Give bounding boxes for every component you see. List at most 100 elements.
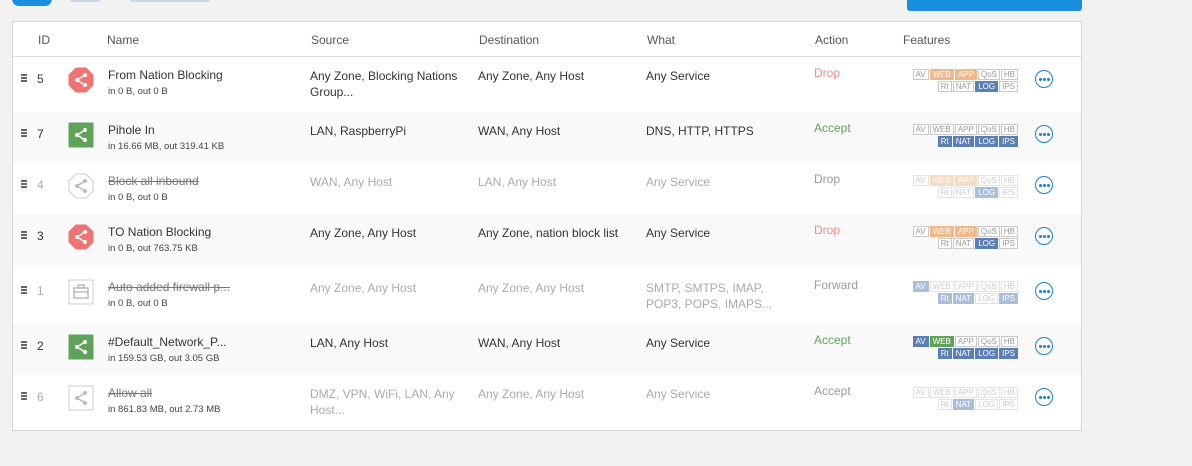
feature-tag-app: APP bbox=[954, 281, 977, 292]
feature-tag-qos: QoS bbox=[977, 387, 1000, 398]
feature-tag-ips: IPS bbox=[999, 238, 1018, 249]
rule-row[interactable]: 1 Auto added firewall p... in 0 B, out 0 B… bbox=[13, 269, 1081, 320]
feature-tag-hb: HB bbox=[1000, 175, 1018, 186]
feature-tag-av: AV bbox=[912, 124, 929, 135]
feature-tag-nat: NAT bbox=[952, 293, 975, 304]
rule-traffic: in 861.83 MB, out 2.73 MB bbox=[108, 404, 221, 415]
feature-tag-ips: IPS bbox=[999, 399, 1018, 410]
feature-tag-app: APP bbox=[954, 175, 977, 186]
rule-source: LAN, RaspberryPi bbox=[310, 124, 407, 138]
drag-handle-icon[interactable] bbox=[21, 180, 27, 189]
rule-source: WAN, Any Host bbox=[310, 175, 393, 189]
feature-tag-web: WEB bbox=[929, 124, 954, 135]
rule-name[interactable]: Auto added firewall p... bbox=[108, 280, 230, 294]
rule-destination: Any Zone, Any Host bbox=[478, 387, 585, 401]
header-action[interactable]: Action bbox=[815, 33, 848, 47]
feature-tag-ips: IPS bbox=[999, 187, 1018, 198]
feature-tag-rt: Rt bbox=[937, 293, 952, 304]
rule-row[interactable]: 2 #Default_Network_P... in 159.53 GB, out … bbox=[13, 324, 1081, 375]
feature-tag-ips: IPS bbox=[999, 81, 1018, 92]
rule-id: 5 bbox=[37, 72, 44, 86]
feature-tag-av: AV bbox=[912, 226, 929, 237]
more-options-icon[interactable] bbox=[1035, 282, 1053, 300]
feature-tag-app: APP bbox=[954, 387, 977, 398]
stop-icon bbox=[68, 67, 94, 93]
feature-tag-web: WEB bbox=[929, 226, 954, 237]
rule-destination: Any Zone, Any Host bbox=[478, 69, 585, 83]
rule-name[interactable]: Pihole In bbox=[108, 123, 155, 137]
more-options-icon[interactable] bbox=[1035, 337, 1053, 355]
feature-tag-log: LOG bbox=[975, 136, 999, 147]
rule-traffic: in 16.66 MB, out 319.41 KB bbox=[108, 141, 225, 152]
rule-source: DMZ, VPN, WiFi, LAN, Any Host... bbox=[310, 387, 455, 417]
rule-name[interactable]: Allow all bbox=[108, 386, 152, 400]
feature-tag-app: APP bbox=[954, 226, 977, 237]
rule-service: DNS, HTTP, HTTPS bbox=[646, 124, 754, 138]
drag-handle-icon[interactable] bbox=[21, 231, 27, 240]
add-rule-button[interactable] bbox=[907, 0, 1082, 11]
rule-row[interactable]: 4 Block all inbound in 0 B, out 0 B WAN, An… bbox=[13, 163, 1081, 214]
feature-tag-rt: Rt bbox=[937, 81, 952, 92]
rule-row[interactable]: 7 Pihole In in 16.66 MB, out 319.41 KB LAN,… bbox=[13, 112, 1081, 163]
rule-id: 4 bbox=[37, 178, 44, 192]
rule-id: 6 bbox=[37, 390, 44, 404]
rule-id: 2 bbox=[37, 339, 44, 353]
feature-tag-app: APP bbox=[954, 336, 977, 347]
rule-service: Any Service bbox=[646, 69, 711, 83]
header-name[interactable]: Name bbox=[107, 33, 139, 47]
rule-features: AV WEB APP QoS HB Rt NAT LOG IPS bbox=[902, 69, 1022, 93]
header-what[interactable]: What bbox=[647, 33, 675, 47]
rule-destination: LAN, Any Host bbox=[478, 175, 557, 189]
top-toolbar bbox=[0, 0, 1192, 20]
drag-handle-icon[interactable] bbox=[21, 286, 27, 295]
feature-tag-rt: Rt bbox=[937, 136, 952, 147]
drag-handle-icon[interactable] bbox=[21, 392, 27, 401]
feature-tag-rt: Rt bbox=[937, 238, 952, 249]
feature-tag-av: AV bbox=[912, 281, 929, 292]
share-icon bbox=[68, 334, 94, 360]
rule-traffic: in 0 B, out 763.75 KB bbox=[108, 243, 198, 254]
rule-destination: Any Zone, Any Host bbox=[478, 281, 585, 295]
feature-tag-ips: IPS bbox=[999, 293, 1018, 304]
drag-handle-icon[interactable] bbox=[21, 74, 27, 83]
more-options-icon[interactable] bbox=[1035, 227, 1053, 245]
header-id[interactable]: ID bbox=[38, 33, 50, 47]
rule-source: Any Zone, Any Host bbox=[310, 226, 417, 240]
rule-name[interactable]: Block all inbound bbox=[108, 174, 199, 188]
rule-name[interactable]: From Nation Blocking bbox=[108, 68, 223, 82]
enable-filter-link[interactable] bbox=[130, 0, 210, 2]
ipv6-tab[interactable] bbox=[70, 0, 100, 2]
rule-destination: WAN, Any Host bbox=[478, 124, 561, 138]
rule-features: AV WEB APP QoS HB Rt NAT LOG IPS bbox=[902, 281, 1022, 305]
feature-tag-web: WEB bbox=[929, 336, 954, 347]
drag-handle-icon[interactable] bbox=[21, 129, 27, 138]
more-options-icon[interactable] bbox=[1035, 176, 1053, 194]
rule-action: Drop bbox=[814, 172, 841, 186]
feature-tag-app: APP bbox=[954, 69, 977, 80]
ipv4-tab[interactable] bbox=[12, 0, 52, 6]
more-options-icon[interactable] bbox=[1035, 125, 1053, 143]
rule-features: AV WEB APP QoS HB Rt NAT LOG IPS bbox=[902, 226, 1022, 250]
header-destination[interactable]: Destination bbox=[479, 33, 539, 47]
rule-id: 3 bbox=[37, 229, 44, 243]
more-options-icon[interactable] bbox=[1035, 388, 1053, 406]
feature-tag-hb: HB bbox=[1000, 69, 1018, 80]
rule-service: Any Service bbox=[646, 175, 711, 189]
rule-row[interactable]: 5 From Nation Blocking in 0 B, out 0 B Any … bbox=[13, 57, 1081, 108]
more-options-icon[interactable] bbox=[1035, 70, 1053, 88]
drag-handle-icon[interactable] bbox=[21, 341, 27, 350]
feature-tag-hb: HB bbox=[1000, 336, 1018, 347]
rule-source: Any Zone, Any Host bbox=[310, 281, 417, 295]
rule-row[interactable]: 3 TO Nation Blocking in 0 B, out 763.75 KB… bbox=[13, 214, 1081, 265]
rule-name[interactable]: #Default_Network_P... bbox=[108, 335, 227, 349]
share-icon bbox=[68, 122, 94, 148]
rule-name[interactable]: TO Nation Blocking bbox=[108, 225, 211, 239]
rule-row[interactable]: 6 Allow all in 861.83 MB, out 2.73 MB DMZ, … bbox=[13, 375, 1081, 426]
table-header: ID Name Source Destination What Action F… bbox=[13, 22, 1081, 57]
header-source[interactable]: Source bbox=[311, 33, 349, 47]
feature-tag-av: AV bbox=[912, 387, 929, 398]
feature-tag-qos: QoS bbox=[977, 281, 1000, 292]
rule-service: SMTP, SMTPS, IMAP, POP3, POPS, IMAPS... bbox=[646, 281, 773, 311]
rule-traffic: in 0 B, out 0 B bbox=[108, 298, 168, 309]
briefcase-icon bbox=[68, 279, 94, 305]
